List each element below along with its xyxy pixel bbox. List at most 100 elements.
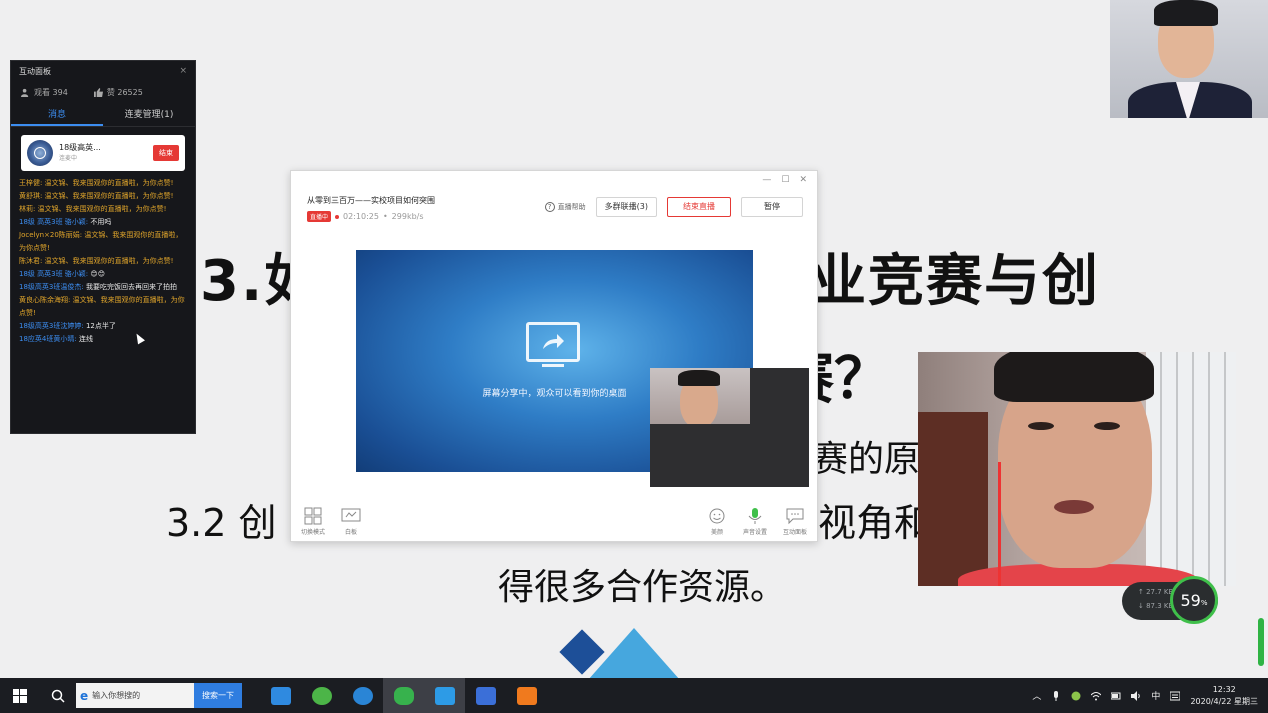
wechat-app[interactable]: [383, 678, 424, 713]
browser-icon: [311, 686, 332, 705]
live-toolbar: 切换模式 白板 美颜 声音设置 互动面板: [291, 501, 817, 541]
chat-text: 温文锦、我来围观你的直播啦，为你点赞!: [44, 179, 174, 187]
minimize-icon[interactable]: —: [762, 175, 771, 189]
search-icon: [51, 689, 65, 703]
slide-text-line-c: 得很多合作资源。: [498, 567, 787, 608]
question-icon: ?: [544, 202, 555, 212]
chat-list: 王梓健: 温文锦、我来围观你的直播啦，为你点赞! 黄舒琪: 温文锦、我来围观你的直…: [11, 177, 195, 346]
keyboard-icon[interactable]: [1170, 691, 1181, 701]
chat-message: 18应英4班黄小晴: 连线: [19, 333, 187, 346]
taskbar: e 输入你想搜的 搜索一下 ︿ 中 12:32 2020/4/22 星期三: [0, 678, 1268, 713]
sound-settings-button[interactable]: 声音设置: [743, 507, 767, 536]
live-header: 从零到三百万——实校项目如何突围 直播中 02:10:25 • 299kb/s …: [291, 189, 817, 227]
chat-sender[interactable]: 18级高英3班沈婷婷:: [19, 322, 86, 330]
live-title: 从零到三百万——实校项目如何突围: [307, 196, 435, 205]
screen-share-icon: [526, 322, 580, 362]
wps-writer-app[interactable]: [465, 678, 506, 713]
internet-explorer-app[interactable]: [342, 678, 383, 713]
panel-stats: 观看 394 赞 26525: [11, 81, 195, 103]
chat-message: 18级 高英3班 骆小颖: 😊😊: [19, 268, 187, 281]
tab-messages[interactable]: 消息: [11, 103, 103, 126]
chat-sender[interactable]: 18级高英3班温俊杰:: [19, 283, 86, 291]
participant-camera: [918, 352, 1236, 586]
search-input[interactable]: e 输入你想搜的: [76, 683, 194, 708]
chat-message: 18级 高英3班 骆小颖: 不用吗: [19, 216, 187, 229]
search-button[interactable]: [40, 678, 76, 713]
slide-text-line-b-left: 3.2 创: [166, 501, 277, 545]
browser-e-icon: e: [80, 688, 89, 703]
live-controls: ? 直播帮助 多群联播(3) 结束直播 暂停: [544, 197, 803, 217]
microphone-icon[interactable]: [1051, 690, 1061, 701]
slide-title-right: 业竞赛与创: [810, 249, 1100, 314]
chat-text: 😊😊: [90, 270, 106, 278]
play-icon: [516, 686, 537, 705]
panel-tabs: 消息 连麦管理(1): [11, 103, 195, 127]
like-count: 赞 26525: [93, 87, 143, 98]
live-bitrate: 299kb/s: [391, 212, 424, 221]
chevron-up-icon[interactable]: ︿: [1032, 689, 1041, 702]
file-explorer-app[interactable]: [260, 678, 301, 713]
chat-sender[interactable]: 陈沐君:: [19, 257, 45, 265]
chat-sender[interactable]: 黄舒琪:: [19, 192, 45, 200]
chat-text: 我要吃完饭回去再回来了拍拍: [85, 283, 177, 291]
interaction-panel-button[interactable]: 互动面板: [783, 507, 807, 536]
system-clock[interactable]: 12:32 2020/4/22 星期三: [1190, 684, 1258, 708]
chat-text: 12点半了: [85, 322, 116, 330]
battery-icon[interactable]: [1111, 691, 1121, 701]
recording-dot-icon: [335, 214, 340, 219]
ie-icon: [352, 686, 373, 705]
start-button[interactable]: [0, 678, 40, 713]
whiteboard-button[interactable]: 白板: [341, 507, 361, 536]
chat-sender[interactable]: Jocelyn×20陈丽娟:: [19, 231, 84, 239]
grid-icon: [304, 507, 322, 524]
pause-button[interactable]: 暂停: [741, 197, 803, 217]
users-icon: [21, 88, 29, 97]
folder-icon: [270, 686, 291, 705]
chat-text: 温文锦、我来围观你的直播啦，为你点赞!: [44, 257, 174, 265]
panel-header: 互动面板 ×: [11, 61, 195, 81]
microphone-icon: [748, 507, 762, 524]
local-camera-preview: [650, 368, 809, 487]
live-broadcast-window: — ☐ ✕ 从零到三百万——实校项目如何突围 直播中 02:10:25 • 29…: [290, 170, 818, 542]
volume-icon[interactable]: [1131, 690, 1141, 701]
window-controls: — ☐ ✕: [291, 171, 817, 189]
browser-360-app[interactable]: [301, 678, 342, 713]
group-name: 18级高英...: [59, 143, 101, 152]
input-method-indicator[interactable]: 中: [1151, 689, 1160, 702]
wifi-icon[interactable]: [1091, 691, 1102, 701]
end-live-button[interactable]: 结束直播: [667, 197, 731, 217]
thumbs-up-icon: [93, 87, 103, 97]
panel-title: 互动面板: [19, 66, 51, 76]
multi-group-broadcast-button[interactable]: 多群联播(3): [595, 197, 657, 217]
avatar: [27, 140, 53, 166]
beauty-button[interactable]: 美颜: [707, 507, 727, 536]
clock-time: 12:32: [1212, 684, 1236, 694]
live-app[interactable]: [424, 678, 465, 713]
security-icon[interactable]: [1071, 691, 1081, 701]
chat-sender[interactable]: 18级 高英3班 骆小颖:: [19, 270, 90, 278]
chat-sender[interactable]: 18应英4班黄小晴:: [19, 335, 79, 343]
mic-group-card: 18级高英... 连麦中 结束: [21, 135, 185, 171]
wechat-icon: [393, 686, 414, 705]
taskbar-apps: [260, 678, 547, 713]
chat-sender[interactable]: 王梓健:: [19, 179, 45, 187]
volume-level-bar: [1258, 618, 1264, 666]
group-status: 连麦中: [59, 155, 78, 162]
chat-sender[interactable]: 林莉:: [19, 205, 38, 213]
close-icon[interactable]: ×: [179, 66, 187, 76]
slide-text-line-b-right: 视角和: [818, 501, 933, 545]
search-submit-button[interactable]: 搜索一下: [194, 683, 242, 708]
chat-sender[interactable]: 18级 高英3班 骆小颖:: [19, 218, 90, 226]
media-player-app[interactable]: [506, 678, 547, 713]
presenter-camera: [1110, 0, 1268, 118]
close-icon[interactable]: ✕: [799, 175, 807, 189]
switch-mode-button[interactable]: 切换模式: [301, 507, 325, 536]
chat-sender[interactable]: 黄良心陈余海翔:: [19, 296, 73, 304]
maximize-icon[interactable]: ☐: [781, 175, 789, 189]
tab-mic-management[interactable]: 连麦管理(1): [103, 103, 195, 126]
usage-gauge[interactable]: 59%: [1170, 576, 1218, 624]
chat-message: 林莉: 温文锦、我来围观你的直播啦，为你点赞!: [19, 203, 187, 216]
usage-percent: 59: [1180, 590, 1201, 610]
help-button[interactable]: ? 直播帮助: [544, 202, 586, 212]
end-mic-button[interactable]: 结束: [153, 145, 179, 161]
